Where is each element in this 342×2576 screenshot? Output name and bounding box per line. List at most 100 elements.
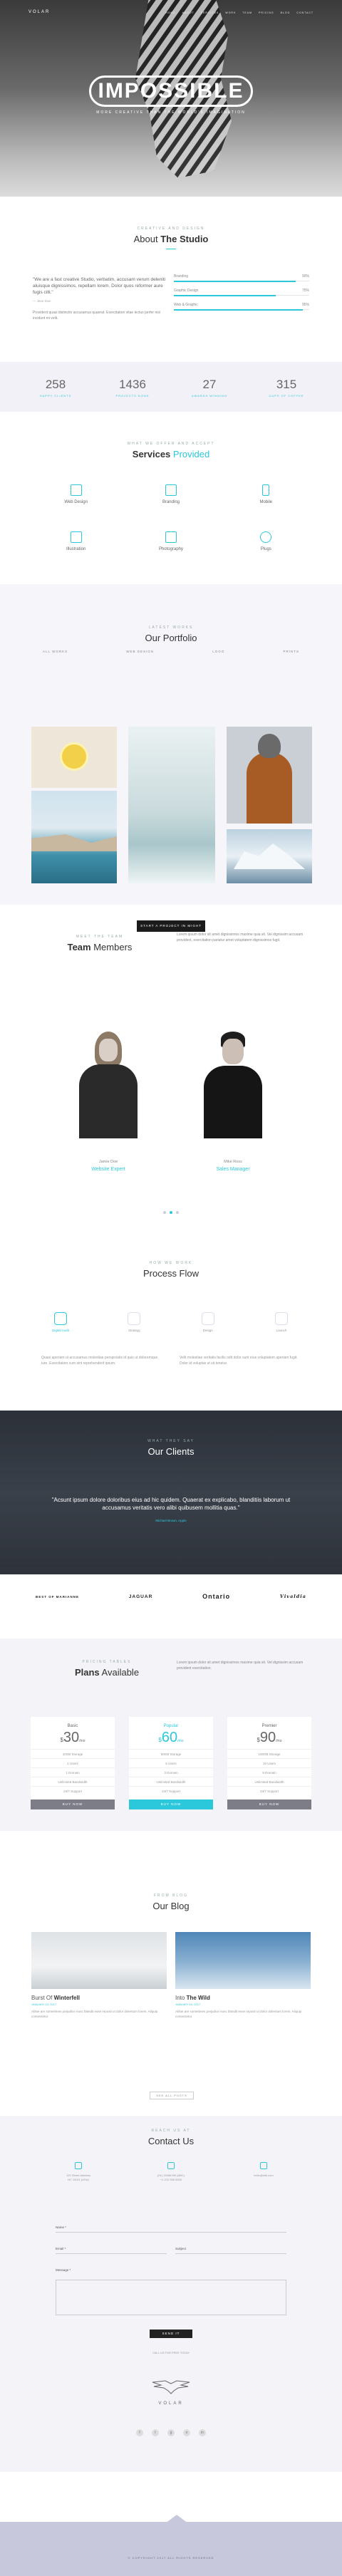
member-photo[interactable] [69, 1032, 147, 1138]
process-section: HOW WE WORK Process Flow Digital Audit S… [0, 1232, 342, 1403]
pagination-dot[interactable] [163, 1211, 166, 1214]
team-section: MEET THE TEAM Team Members Lorem ipsum d… [0, 919, 342, 1232]
service-item[interactable]: Mobile [219, 484, 314, 504]
pagination-dot[interactable] [176, 1211, 179, 1214]
skill-fill [174, 281, 296, 282]
buy-button[interactable]: BUY NOW [227, 1799, 311, 1809]
service-item[interactable]: Branding [123, 484, 218, 504]
menu-item-services[interactable]: SERVICES [201, 11, 219, 14]
service-item[interactable]: Web Design [28, 484, 123, 504]
back-to-top-arrow[interactable] [165, 2515, 188, 2523]
menu-item-home[interactable]: HOME [165, 11, 176, 14]
subject-field[interactable]: Subject [175, 2244, 286, 2254]
linkedin-icon[interactable]: in [199, 2429, 206, 2436]
about-quote: "We are a fast creative Studio, verbatim… [33, 276, 168, 321]
plan-feature: 24/7 Support [129, 1786, 213, 1795]
plan-feature: 3 Domain [129, 1767, 213, 1777]
clients-kicker: WHAT THEY SAY [147, 1439, 195, 1443]
plan-feature: 100GB Storage [227, 1749, 311, 1758]
instagram-icon[interactable]: o [183, 2429, 190, 2436]
phone-icon [167, 2162, 175, 2169]
plan-features: 50GB Storage 5 Users 3 Domain Unlimited … [129, 1749, 213, 1795]
lemon-image [60, 742, 88, 771]
site-logo[interactable]: VOLAR [28, 10, 50, 14]
member-photo[interactable] [194, 1032, 272, 1138]
member-role[interactable]: Website Expert [69, 1167, 147, 1172]
portfolio-tile[interactable] [227, 829, 312, 883]
hero-title: IMPOSSIBLE [89, 76, 253, 107]
footer-logo[interactable]: VOLAR [0, 2379, 342, 2406]
service-label: Branding [162, 500, 180, 504]
plan-feature: 50GB Storage [129, 1749, 213, 1758]
send-button[interactable]: SEND IT [150, 2330, 192, 2338]
stat-item: 258 HAPPY CLIENTS [27, 378, 84, 398]
menu-item-pricing[interactable]: PRICING [259, 11, 274, 14]
twitter-icon[interactable]: t [152, 2429, 159, 2436]
portfolio-tile[interactable] [31, 791, 117, 883]
process-step[interactable]: Design [190, 1312, 226, 1332]
service-item[interactable]: Plugs [219, 531, 314, 551]
filter-all[interactable]: ALL WORKS [43, 650, 68, 653]
service-label: Photography [158, 547, 183, 551]
service-item[interactable]: Illustration [28, 531, 123, 551]
process-step[interactable]: Digital Audit [43, 1312, 78, 1332]
filter-prints[interactable]: PRINTS [283, 650, 299, 653]
post-title-light: Into [175, 1995, 185, 2001]
member-suit [204, 1066, 262, 1138]
blog-section: FROM BLOG Our Blog Burst Of Winterfell J… [0, 1852, 342, 2109]
filter-web-design[interactable]: WEB DESIGN [126, 650, 154, 653]
email-field[interactable]: Email * [56, 2244, 167, 2254]
menu-item-about[interactable]: ABOUT [182, 11, 195, 14]
buy-button[interactable]: BUY NOW [31, 1799, 115, 1809]
name-field[interactable]: Name * [56, 2223, 286, 2233]
stats-section: 258 HAPPY CLIENTS 1436 PROJECTS DONE 27 AWA… [0, 362, 342, 412]
client-logo: BEST OF MARIANNE [36, 1594, 79, 1599]
filter-logo[interactable]: LOGO [212, 650, 224, 653]
about-title-light: About [133, 234, 158, 244]
buy-button[interactable]: BUY NOW [129, 1799, 213, 1809]
info-text: 123 Street Address NY 10011 (USA) [43, 2174, 114, 2182]
see-all-posts-button[interactable]: SEE ALL POSTS [150, 2092, 194, 2099]
portfolio-tile[interactable] [31, 727, 117, 788]
skill-percent: 95% [301, 303, 309, 307]
info-line: NY 10011 (USA) [68, 2178, 89, 2181]
process-step[interactable]: Strategy [116, 1312, 152, 1332]
stat-item: 315 CUPS OF COFFEE [258, 378, 315, 398]
process-step[interactable]: Launch [264, 1312, 299, 1332]
facebook-icon[interactable]: f [136, 2429, 143, 2436]
portfolio-tile[interactable] [128, 727, 215, 883]
blog-post[interactable]: Into The Wild JANUARY 10, 2017 Ablue are… [175, 1932, 311, 2019]
menu-item-blog[interactable]: BLOG [281, 11, 291, 14]
info-text: hello@site.com [228, 2174, 299, 2178]
pagination-dot-active[interactable] [170, 1211, 172, 1214]
footer: © COPYRIGHT 2017 ALL RIGHTS RESERVED [0, 2515, 342, 2576]
footer-logo-text: VOLAR [158, 2401, 184, 2406]
menu-item-team[interactable]: TEAM [242, 11, 252, 14]
pricing-section: PRICING TABLES Plans Available Lorem ips… [0, 1638, 342, 1831]
plan-feature: 10 Users [227, 1758, 311, 1767]
menu-item-work[interactable]: WORK [225, 11, 236, 14]
post-excerpt: Ablue are sometimes prejudice nunc bland… [31, 2010, 158, 2018]
team-kicker: MEET THE TEAM [76, 935, 124, 939]
team-pagination [0, 1211, 342, 1214]
post-title: Burst Of Winterfell [31, 1995, 167, 2001]
menu-item-contact[interactable]: CONTACT [296, 11, 314, 14]
process-title: Process Flow [142, 1268, 200, 1279]
plan-feature: Unlimited Bandwidth [227, 1777, 311, 1786]
google-icon[interactable]: g [167, 2429, 175, 2436]
info-line[interactable]: hello@site.com [254, 2174, 273, 2177]
portfolio-filters: ALL WORKS WEB DESIGN LOGO PRINTS [43, 650, 299, 653]
design-icon [201, 1312, 214, 1325]
plan-amount: 90 [259, 1730, 276, 1745]
portfolio-tile[interactable] [227, 727, 312, 824]
service-item[interactable]: Photography [123, 531, 218, 551]
person-image [247, 752, 292, 824]
plan-feature: 5 Domain [227, 1767, 311, 1777]
skill-fill [174, 295, 276, 296]
message-textarea[interactable] [56, 2280, 286, 2315]
blog-post[interactable]: Burst Of Winterfell JANUARY 10, 2017 Abl… [31, 1932, 167, 2019]
plan-features: 10GB Storage 1 Users 1 Domain Unlimited … [31, 1749, 115, 1795]
member-role[interactable]: Sales Manager [194, 1167, 272, 1172]
post-title-light: Burst Of [31, 1995, 53, 2001]
social-links: f t g o in [0, 2429, 342, 2436]
